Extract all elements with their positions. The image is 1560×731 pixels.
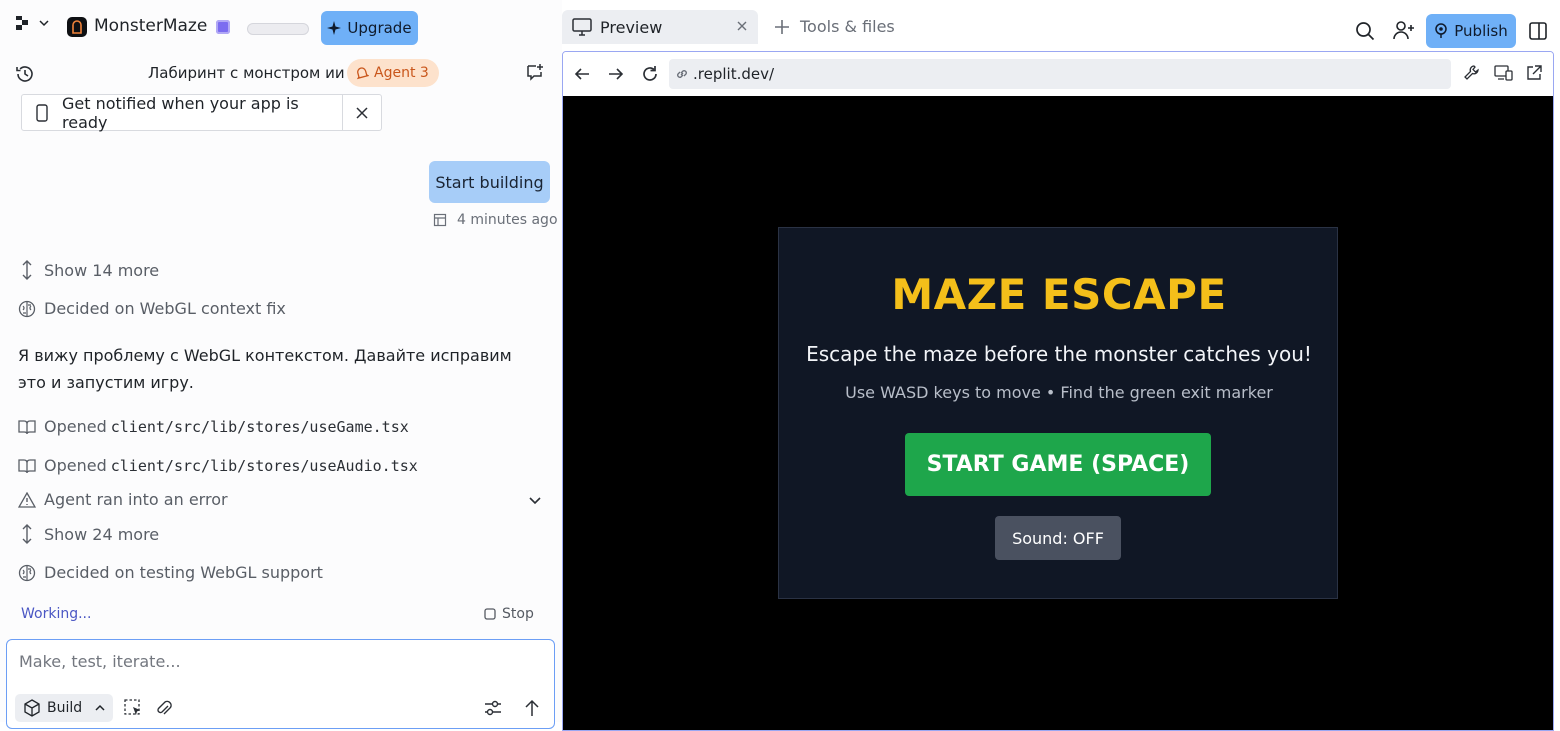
build-label: Build (47, 700, 83, 716)
stop-label: Stop (502, 606, 534, 622)
agent-message: Я вижу проблему с WebGL контекстом. Дава… (18, 346, 512, 392)
game-subtitle: Escape the maze before the monster catch… (806, 342, 1312, 366)
attach-icon[interactable] (155, 698, 173, 718)
user-message: Start building (429, 161, 550, 203)
new-chat-icon[interactable] (525, 62, 545, 82)
close-icon[interactable] (342, 95, 381, 130)
search-icon[interactable] (1355, 21, 1375, 41)
chat-input-box: Build (6, 639, 555, 729)
publish-label: Publish (1454, 22, 1508, 40)
publish-icon (1434, 23, 1448, 39)
file-opened-item[interactable]: Opened client/src/lib/stores/useGame.tsx (18, 417, 409, 436)
log-text: Show 14 more (44, 260, 160, 280)
workspace-header: MonsterMaze Upgrade (0, 4, 562, 48)
upgrade-button[interactable]: Upgrade (321, 11, 418, 45)
select-element-icon[interactable] (123, 698, 143, 718)
checkpoint-icon[interactable] (433, 213, 447, 227)
url-text: .replit.dev/ (693, 65, 775, 83)
game-start-menu: MAZE ESCAPE Escape the maze before the m… (778, 227, 1338, 599)
stop-button[interactable]: Stop (484, 606, 534, 622)
settings-sliders-icon[interactable] (483, 698, 503, 718)
tab-bar: Preview Tools & files Publish (562, 4, 1560, 48)
refresh-icon[interactable] (641, 65, 659, 83)
log-text: Decided on testing WebGL support (44, 563, 323, 582)
chat-title: Лабиринт с монстром ии (148, 64, 345, 82)
tab-preview-label: Preview (600, 17, 663, 37)
sparkle-icon (327, 21, 342, 35)
thought-log-item[interactable]: Decided on WebGL context fix (18, 299, 286, 318)
book-open-icon (18, 458, 36, 474)
game-instructions: Use WASD keys to move • Find the green e… (845, 383, 1273, 402)
device-toggle-icon[interactable] (1494, 64, 1514, 82)
tab-tools-label: Tools & files (800, 17, 895, 36)
agent-chat-pane: MonsterMaze Upgrade Лабиринт с монстром … (0, 0, 562, 729)
log-text: Decided on WebGL context fix (44, 299, 286, 318)
layout-panel-icon[interactable] (1528, 21, 1548, 41)
tab-preview[interactable]: Preview (562, 10, 758, 44)
show-more-toggle[interactable]: Show 24 more (18, 524, 159, 544)
replit-logo-icon (14, 14, 32, 32)
tab-tools-files[interactable]: Tools & files (774, 17, 895, 36)
invite-user-icon[interactable] (1393, 20, 1415, 40)
brain-icon (18, 300, 36, 318)
chat-input[interactable] (19, 652, 539, 671)
close-icon[interactable] (736, 20, 748, 32)
brain-icon (18, 564, 36, 582)
preview-pane: Preview Tools & files Publish .replit.de… (562, 0, 1560, 731)
timestamp-text: 4 minutes ago (457, 212, 558, 228)
replit-menu-button[interactable] (14, 14, 50, 32)
chat-title-row: Лабиринт с монстром ии Agent 3 (0, 56, 562, 92)
game-title: MAZE ESCAPE (891, 270, 1227, 319)
monitor-icon (572, 18, 592, 36)
status-indicator-icon (216, 20, 230, 34)
working-status: Working... (21, 606, 92, 622)
cube-icon (23, 699, 41, 717)
bell-icon (355, 66, 369, 80)
game-canvas[interactable]: MAZE ESCAPE Escape the maze before the m… (563, 96, 1553, 730)
agent-badge-label: Agent 3 (374, 65, 429, 81)
message-timestamp: 4 minutes ago (433, 212, 558, 228)
open-external-icon[interactable] (1525, 64, 1543, 82)
publish-button[interactable]: Publish (1426, 14, 1516, 48)
expand-vertical-icon (18, 260, 36, 280)
start-game-button[interactable]: START GAME (SPACE) (905, 433, 1211, 496)
chevron-down-icon (38, 17, 50, 29)
stop-icon (484, 608, 496, 620)
usage-progress-bar (247, 23, 309, 35)
link-icon (675, 67, 689, 81)
log-prefix: Opened (44, 417, 107, 436)
expand-vertical-icon (18, 524, 36, 544)
notification-text: Get notified when your app is ready (62, 93, 299, 132)
app-icon[interactable] (67, 17, 87, 37)
error-log-item[interactable]: Agent ran into an error (18, 490, 228, 509)
file-path: client/src/lib/stores/useAudio.tsx (110, 456, 418, 475)
warning-icon (18, 491, 36, 508)
history-icon[interactable] (15, 64, 35, 84)
agent-version-badge[interactable]: Agent 3 (347, 59, 439, 87)
thought-log-item[interactable]: Decided on testing WebGL support (18, 563, 323, 582)
chevron-up-icon (94, 702, 106, 714)
log-text: Show 24 more (44, 524, 160, 544)
log-text: Agent ran into an error (44, 490, 228, 509)
chevron-down-icon[interactable] (527, 493, 543, 509)
notification-prompt[interactable]: Get notified when your app is ready (21, 93, 382, 132)
forward-arrow-icon[interactable] (607, 65, 625, 83)
upgrade-label: Upgrade (347, 19, 412, 37)
app-name[interactable]: MonsterMaze (94, 16, 207, 36)
back-arrow-icon[interactable] (573, 65, 591, 83)
preview-frame: .replit.dev/ MAZE ESCAPE Escape the maze… (562, 51, 1554, 731)
phone-icon (22, 103, 62, 122)
url-bar[interactable]: .replit.dev/ (669, 59, 1451, 89)
book-open-icon (18, 419, 36, 435)
devtools-wrench-icon[interactable] (1463, 64, 1481, 82)
plus-icon (774, 19, 790, 35)
file-opened-item[interactable]: Opened client/src/lib/stores/useAudio.ts… (18, 456, 418, 475)
log-prefix: Opened (44, 456, 107, 475)
file-path: client/src/lib/stores/useGame.tsx (110, 417, 409, 436)
show-more-toggle[interactable]: Show 14 more (18, 260, 159, 280)
build-mode-button[interactable]: Build (15, 694, 113, 722)
send-arrow-icon[interactable] (523, 698, 541, 718)
browser-toolbar: .replit.dev/ (563, 52, 1553, 96)
sound-toggle-button[interactable]: Sound: OFF (995, 516, 1121, 560)
